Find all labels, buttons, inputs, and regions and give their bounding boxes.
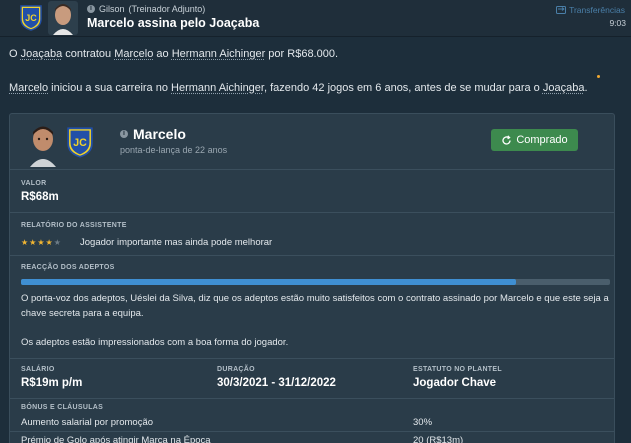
clause-value: 30%: [413, 417, 433, 428]
transfer-card: JC i Marcelo ponta-de-lança de 22 anos C…: [9, 113, 615, 443]
fans-satisfaction-fill: [21, 279, 516, 285]
fans-text-1: O porta-voz dos adeptos, Uéslei da Silva…: [21, 293, 609, 319]
from-club-link[interactable]: Hermann Aichinger: [172, 48, 266, 60]
text: por R$68.000.: [265, 48, 339, 60]
sender-name[interactable]: Gilson: [99, 4, 125, 14]
club-link[interactable]: Joaçaba: [21, 48, 63, 60]
divider: [10, 255, 614, 256]
fans-label: REACÇÃO DOS ADEPTOS: [21, 264, 115, 271]
salary-value: R$19m p/m: [21, 377, 83, 389]
assessment-label: RELATÓRIO DO ASSISTENTE: [21, 222, 127, 229]
value-label: VALOR: [21, 180, 47, 187]
text: contratou: [62, 48, 115, 60]
message-header: JC i Gilson (Treinador Adjunto) Marcelo …: [0, 0, 631, 37]
club-badge-icon[interactable]: JC: [67, 127, 93, 158]
status-bought-button[interactable]: Comprado: [491, 129, 578, 151]
star-icon: ★: [45, 238, 53, 247]
divider: [10, 398, 614, 399]
squad-status-value: Jogador Chave: [413, 377, 497, 389]
info-icon[interactable]: i: [87, 5, 95, 13]
player-description: ponta-de-lança de 22 anos: [120, 145, 228, 155]
rating-stars: ★ ★ ★ ★ ★: [21, 238, 61, 248]
squad-status-label: ESTATUTO NO PLANTEL: [413, 366, 502, 373]
player-link[interactable]: Marcelo: [114, 48, 153, 60]
value-amount: R$68m: [21, 191, 59, 203]
text: O: [9, 48, 21, 60]
transfer-icon: [556, 6, 567, 14]
sender-role: (Treinador Adjunto): [128, 4, 206, 14]
divider: [10, 358, 614, 359]
scroll-area[interactable]: [620, 113, 631, 443]
message-subject: Marcelo assina pelo Joaçaba: [87, 16, 260, 30]
refresh-icon: [502, 134, 511, 145]
clauses-label: BÓNUS E CLÁUSULAS: [21, 404, 104, 411]
star-icon: ★: [29, 238, 37, 247]
assessment-text: Jogador importante mas ainda pode melhor…: [80, 237, 273, 248]
from-club-link[interactable]: Hermann Aichinger: [171, 82, 264, 94]
player-name-text: Marcelo: [133, 126, 186, 142]
svg-text:JC: JC: [73, 137, 87, 149]
clause-name: Prémio de Golo após atingir Marca na Épo…: [21, 435, 211, 443]
clause-name: Aumento salarial por promoção: [21, 417, 154, 428]
fans-text-2: Os adeptos estão impressionados com a bo…: [21, 337, 289, 348]
player-name[interactable]: i Marcelo: [120, 126, 186, 142]
club-badge-icon: JC: [20, 5, 42, 31]
unread-dot: [597, 75, 600, 78]
divider: [10, 212, 614, 213]
text: iniciou a sua carreira no: [48, 82, 172, 94]
message-paragraph-2: Marcelo iniciou a sua carreira no Herman…: [9, 82, 588, 94]
divider: [10, 431, 614, 432]
clause-row: Aumento salarial por promoção 30%: [10, 415, 614, 431]
star-icon: ★: [21, 238, 29, 247]
text: ao: [153, 48, 172, 60]
duration-label: DURAÇÃO: [217, 366, 255, 373]
salary-label: SALÁRIO: [21, 366, 55, 373]
text: , fazendo 42 jogos em 6 anos, antes de s…: [263, 82, 543, 94]
star-icon: ★: [37, 238, 45, 247]
clause-row: Prémio de Golo após atingir Marca na Épo…: [10, 433, 614, 443]
club-link[interactable]: Joaçaba: [543, 82, 585, 94]
category-label: Transferências: [569, 5, 625, 15]
star-icon: ★: [53, 238, 61, 247]
duration-value: 30/3/2021 - 31/12/2022: [217, 377, 336, 389]
category-tag[interactable]: Transferências: [556, 5, 625, 15]
svg-text:JC: JC: [25, 13, 37, 23]
player-link[interactable]: Marcelo: [9, 82, 48, 94]
clause-value: 20 (R$13m): [413, 435, 464, 443]
info-icon[interactable]: i: [120, 130, 128, 138]
status-button-label: Comprado: [516, 134, 568, 146]
message-paragraph-1: O Joaçaba contratou Marcelo ao Hermann A…: [9, 48, 338, 60]
player-photo[interactable]: [28, 123, 58, 167]
sender-line: i Gilson (Treinador Adjunto): [87, 4, 205, 14]
fans-satisfaction-bar: [21, 279, 610, 285]
card-header: JC i Marcelo ponta-de-lança de 22 anos C…: [10, 114, 614, 170]
text: .: [584, 82, 588, 94]
message-time: 9:03: [609, 18, 626, 28]
sender-avatar[interactable]: [48, 1, 78, 35]
